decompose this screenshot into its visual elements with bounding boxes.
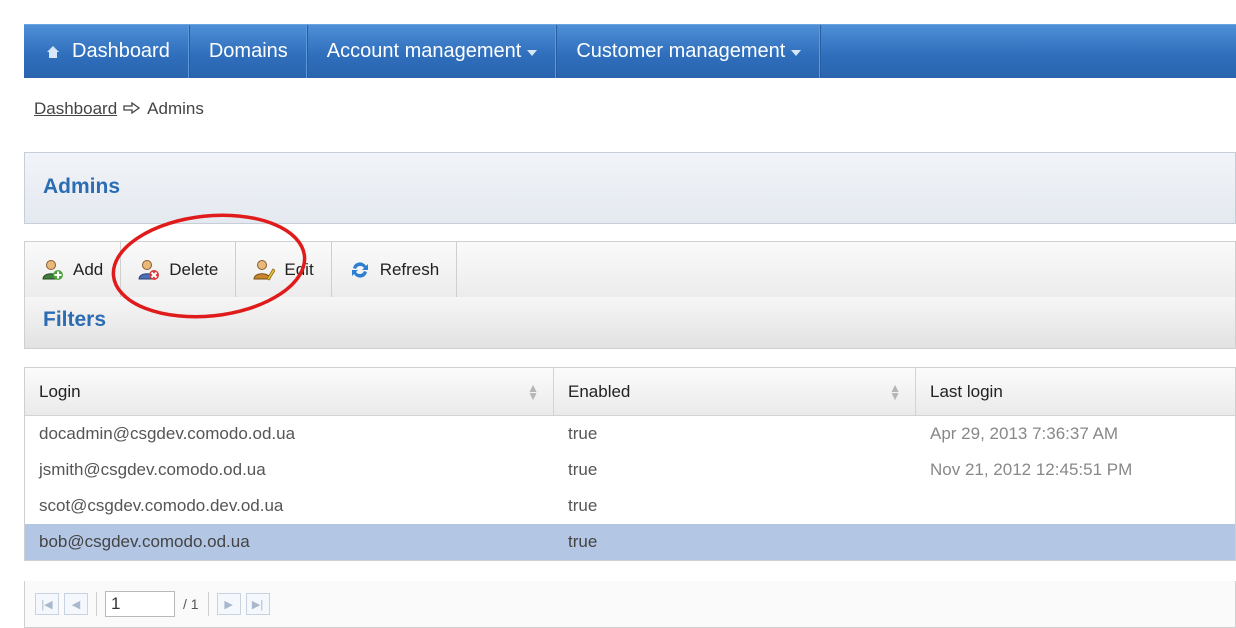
- breadcrumb: Dashboard Admins: [34, 99, 204, 119]
- nav-account-management-label: Account management: [326, 40, 522, 62]
- cell-login: jsmith@csgdev.comodo.od.ua: [39, 460, 266, 479]
- nav-domains[interactable]: Domains: [190, 25, 308, 78]
- sort-icon: ▲ ▼: [527, 380, 539, 403]
- cell-login: bob@csgdev.comodo.od.ua: [39, 532, 250, 551]
- sort-icon: ▲ ▼: [889, 380, 901, 403]
- column-header-label: Last login: [930, 381, 1003, 401]
- nav-dashboard-label: Dashboard: [72, 40, 170, 62]
- cell-last-login: Apr 29, 2013 7:36:37 AM: [930, 424, 1119, 443]
- last-page-icon[interactable]: ▶|: [245, 593, 270, 615]
- cell-last-login: [916, 488, 1235, 524]
- toolbar: Add Delete Edit Refresh: [24, 241, 1236, 297]
- nav-account-management[interactable]: Account management: [308, 25, 558, 78]
- home-icon: [46, 45, 60, 59]
- cell-last-login: Nov 21, 2012 12:45:51 PM: [930, 460, 1133, 479]
- page-number-input[interactable]: 1: [105, 591, 175, 617]
- edit-button[interactable]: Edit: [236, 242, 332, 297]
- table-header: Login ▲ ▼ Enabled ▲ ▼ Last login: [25, 368, 1235, 416]
- arrow-right-icon: [123, 99, 141, 119]
- refresh-button-label: Refresh: [379, 259, 440, 279]
- delete-button-label: Delete: [169, 259, 219, 279]
- breadcrumb-current: Admins: [147, 99, 204, 118]
- delete-user-icon: [138, 259, 160, 281]
- add-button[interactable]: Add: [25, 242, 122, 297]
- cell-enabled: true: [568, 424, 598, 443]
- cell-login: scot@csgdev.comodo.dev.od.ua: [39, 496, 284, 515]
- pager-divider: [96, 592, 97, 616]
- table-row-selected[interactable]: bob@csgdev.comodo.od.ua true: [25, 524, 1235, 560]
- edit-button-label: Edit: [284, 259, 314, 279]
- first-page-icon[interactable]: |◀: [35, 593, 59, 615]
- add-user-icon: [42, 259, 64, 281]
- top-nav: Dashboard Domains Account management Cus…: [24, 24, 1236, 78]
- refresh-icon: [349, 259, 371, 281]
- edit-user-icon: [253, 259, 276, 281]
- page-title-panel: Admins: [24, 152, 1236, 224]
- refresh-button[interactable]: Refresh: [332, 242, 458, 297]
- next-page-icon[interactable]: ▶: [216, 593, 241, 615]
- breadcrumb-dashboard-link[interactable]: Dashboard: [34, 99, 117, 119]
- add-button-label: Add: [73, 259, 104, 279]
- column-header-enabled[interactable]: Enabled ▲ ▼: [554, 368, 916, 415]
- cell-enabled: true: [568, 496, 598, 515]
- nav-customer-management[interactable]: Customer management: [557, 25, 822, 78]
- column-header-last-login[interactable]: Last login: [916, 368, 1235, 415]
- cell-last-login: [916, 524, 1235, 560]
- chevron-down-icon: [791, 49, 802, 56]
- prev-page-icon[interactable]: ◀: [64, 593, 88, 615]
- column-header-label: Login: [39, 381, 81, 401]
- pagination: |◀ ◀ 1 / 1 ▶ ▶|: [24, 581, 1236, 628]
- delete-button[interactable]: Delete: [121, 242, 237, 297]
- page-title: Admins: [43, 175, 121, 198]
- table-row[interactable]: scot@csgdev.comodo.dev.od.ua true: [25, 488, 1235, 524]
- table-row[interactable]: docadmin@csgdev.comodo.od.ua true Apr 29…: [25, 416, 1235, 452]
- pager-divider: [207, 592, 209, 616]
- nav-dashboard[interactable]: Dashboard: [24, 25, 190, 78]
- nav-domains-label: Domains: [208, 40, 288, 62]
- cell-enabled: true: [568, 460, 598, 479]
- cell-login: docadmin@csgdev.comodo.od.ua: [39, 424, 296, 443]
- column-header-login[interactable]: Login ▲ ▼: [25, 368, 554, 415]
- filters-label: Filters: [43, 308, 107, 331]
- chevron-down-icon: [527, 49, 538, 56]
- table-row[interactable]: jsmith@csgdev.comodo.od.ua true Nov 21, …: [25, 452, 1235, 488]
- admins-table: Login ▲ ▼ Enabled ▲ ▼ Last login docadmin@…: [24, 367, 1236, 561]
- cell-enabled: true: [568, 532, 598, 551]
- column-header-label: Enabled: [568, 381, 631, 401]
- filters-bar[interactable]: Filters: [24, 297, 1236, 349]
- page-total: / 1: [183, 596, 199, 612]
- nav-customer-management-label: Customer management: [576, 40, 786, 62]
